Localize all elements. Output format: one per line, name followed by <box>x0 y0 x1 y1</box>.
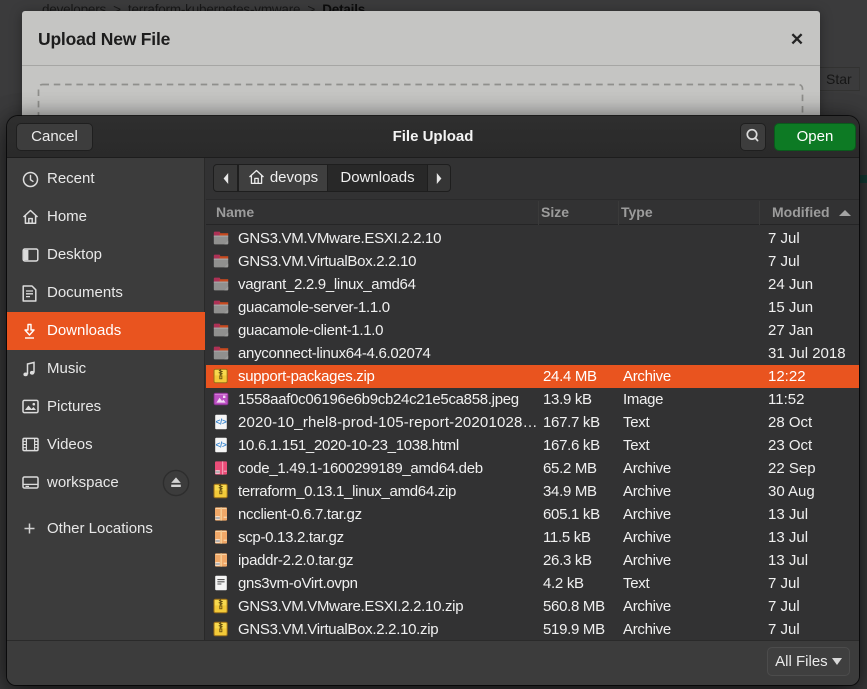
svg-text:</>: </> <box>216 417 227 426</box>
svg-text:</>: </> <box>216 440 227 449</box>
